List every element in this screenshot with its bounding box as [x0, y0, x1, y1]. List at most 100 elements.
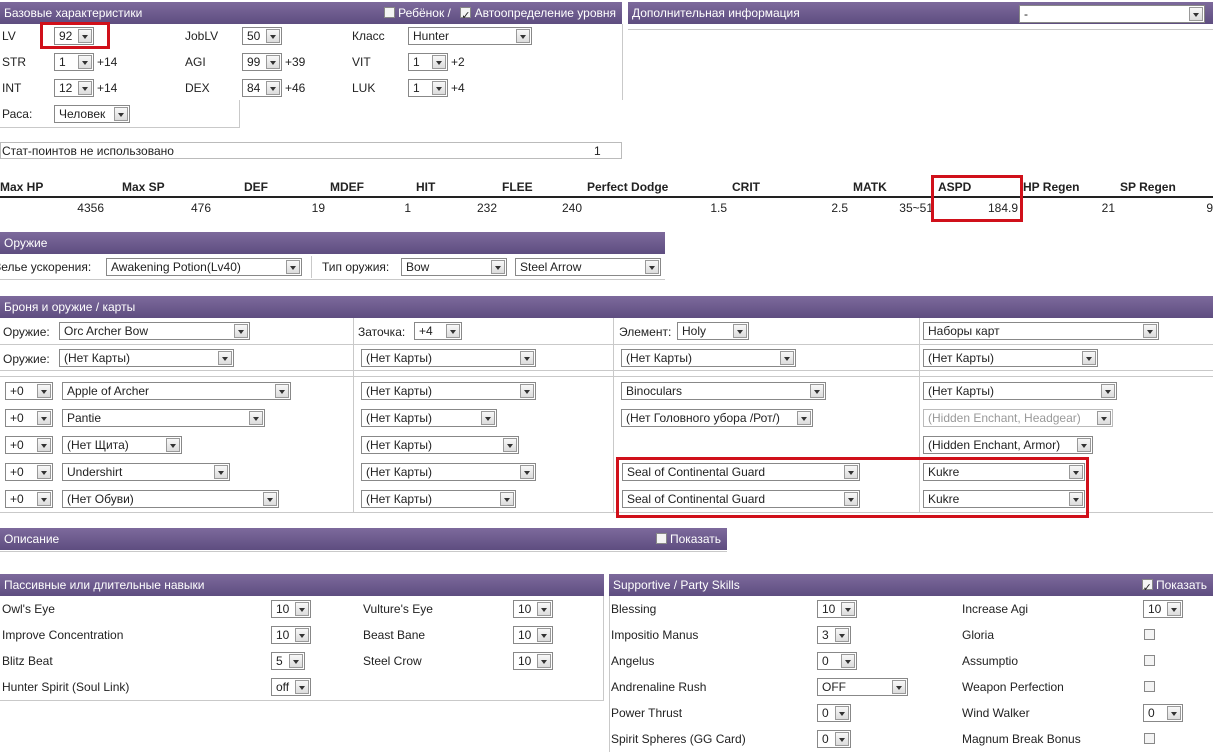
extra-info-select[interactable]: -	[1019, 5, 1205, 23]
str-select[interactable]: 1	[54, 53, 94, 71]
passive-right	[603, 596, 604, 700]
face-item[interactable]: Pantie	[62, 409, 265, 427]
race-select[interactable]: Человек	[54, 105, 130, 123]
head-card[interactable]: (Нет Карты)	[361, 382, 536, 400]
angelus-select[interactable]: 0	[817, 652, 857, 670]
face-right[interactable]: (Hidden Enchant, Headgear)	[923, 409, 1113, 427]
assumptio-checkbox[interactable]	[1144, 655, 1155, 666]
shoes-card[interactable]: (Нет Карты)	[361, 490, 516, 508]
blitz-beat-select[interactable]: 5	[271, 652, 305, 670]
chevron-down-icon	[841, 654, 855, 668]
skill-power-thrust: Power Thrust	[611, 706, 683, 720]
armor-bottom	[0, 512, 1213, 513]
face-refine[interactable]: +0	[5, 409, 53, 427]
chevron-down-icon	[645, 260, 659, 274]
chevron-down-icon	[432, 81, 446, 95]
str-bonus: +14	[97, 55, 118, 69]
gloria-checkbox[interactable]	[1144, 629, 1155, 640]
base-stats-title: Базовые характеристики	[4, 6, 143, 20]
head-mid[interactable]: Binoculars	[621, 382, 826, 400]
shield-refine[interactable]: +0	[5, 436, 53, 454]
chevron-down-icon	[810, 384, 824, 398]
child-checkbox[interactable]	[383, 7, 395, 18]
wind-walker-select[interactable]: 0	[1143, 704, 1183, 722]
weapon-item-select[interactable]: Orc Archer Bow	[59, 322, 250, 340]
chevron-down-icon	[537, 654, 551, 668]
int-label: INT	[2, 81, 22, 95]
weapon-card-2[interactable]: (Нет Карты)	[361, 349, 536, 367]
weapon-item-label: Оружие:	[3, 325, 50, 339]
blessing-select[interactable]: 10	[817, 600, 857, 618]
stat-mdef-value: 1	[404, 201, 411, 215]
face-mid[interactable]: (Нет Головного убора /Рот/)	[621, 409, 813, 427]
armor-item[interactable]: Undershirt	[62, 463, 230, 481]
refine-label: Заточка:	[358, 325, 406, 339]
shoes-mid[interactable]: Seal of Continental Guard	[622, 490, 860, 508]
impositio-select[interactable]: 3	[817, 626, 851, 644]
adrenaline-select[interactable]: OFF	[817, 678, 908, 696]
element-select[interactable]: Holy	[677, 322, 749, 340]
weapon-perfection-checkbox[interactable]	[1144, 681, 1155, 692]
weapon-card-1[interactable]: (Нет Карты)	[59, 349, 234, 367]
increase-agi-select[interactable]: 10	[1143, 600, 1183, 618]
head-right[interactable]: (Нет Карты)	[923, 382, 1117, 400]
head-refine[interactable]: +0	[5, 382, 53, 400]
vultures-eye-select[interactable]: 10	[513, 600, 553, 618]
chevron-down-icon	[37, 492, 51, 506]
chevron-down-icon	[432, 55, 446, 69]
support-show-checkbox[interactable]	[1141, 577, 1153, 596]
lv-select[interactable]: 92	[54, 27, 94, 45]
head-item[interactable]: Apple of Archer	[62, 382, 291, 400]
luk-select[interactable]: 1	[408, 79, 448, 97]
joblv-select[interactable]: 50	[242, 27, 282, 45]
potion-select[interactable]: Awakening Potion(Lv40)	[106, 258, 302, 276]
shoes-refine[interactable]: +0	[5, 490, 53, 508]
shield-right[interactable]: (Hidden Enchant, Armor)	[923, 436, 1093, 454]
armor-card[interactable]: (Нет Карты)	[361, 463, 536, 481]
owls-eye-select[interactable]: 10	[271, 600, 311, 618]
vit-select[interactable]: 1	[408, 53, 448, 71]
auto-level-checkbox[interactable]	[460, 5, 472, 24]
shoes-right[interactable]: Kukre	[923, 490, 1085, 508]
shield-card[interactable]: (Нет Карты)	[361, 436, 519, 454]
dex-select[interactable]: 84	[242, 79, 282, 97]
stat-aspd-value: 184.9	[987, 201, 1018, 215]
armor-refine[interactable]: +0	[5, 463, 53, 481]
chevron-down-icon	[835, 706, 849, 720]
weapon-card-4[interactable]: (Нет Карты)	[923, 349, 1098, 367]
armor-col3	[919, 318, 920, 512]
class-select[interactable]: Hunter	[408, 27, 532, 45]
armor-col1	[353, 318, 354, 512]
chevron-down-icon	[446, 324, 460, 338]
refine-select[interactable]: +4	[414, 322, 462, 340]
hunter-spirit-select[interactable]: off	[271, 678, 311, 696]
steel-crow-select[interactable]: 10	[513, 652, 553, 670]
armor-col2	[613, 318, 614, 512]
agi-select[interactable]: 99	[242, 53, 282, 71]
armor-mid[interactable]: Seal of Continental Guard	[622, 463, 860, 481]
support-left	[609, 596, 610, 752]
stat-crit-value: 2.5	[831, 201, 848, 215]
chevron-down-icon	[841, 602, 855, 616]
spirit-spheres-select[interactable]: 0	[817, 730, 851, 748]
weapon-header: Оружие	[0, 232, 665, 254]
desc-show-checkbox[interactable]	[655, 533, 667, 544]
stats-bar	[0, 196, 1213, 198]
armor-right[interactable]: Kukre	[923, 463, 1085, 481]
int-select[interactable]: 12	[54, 79, 94, 97]
magnum-break-checkbox[interactable]	[1144, 733, 1155, 744]
shoes-item[interactable]: (Нет Обуви)	[62, 490, 279, 508]
improve-concentration-select[interactable]: 10	[271, 626, 311, 644]
skill-magnum-break: Magnum Break Bonus	[962, 732, 1081, 746]
weapon-type-select[interactable]: Bow	[401, 258, 507, 276]
power-thrust-select[interactable]: 0	[817, 704, 851, 722]
chevron-down-icon	[249, 411, 263, 425]
face-card[interactable]: (Нет Карты)	[361, 409, 497, 427]
card-sets-select[interactable]: Наборы карт	[923, 322, 1159, 340]
chevron-down-icon	[1069, 465, 1083, 479]
beast-bane-select[interactable]: 10	[513, 626, 553, 644]
skill-steel-crow: Steel Crow	[363, 654, 422, 668]
weapon-card-3[interactable]: (Нет Карты)	[621, 349, 796, 367]
shield-item[interactable]: (Нет Щита)	[62, 436, 182, 454]
ammo-select[interactable]: Steel Arrow	[515, 258, 661, 276]
